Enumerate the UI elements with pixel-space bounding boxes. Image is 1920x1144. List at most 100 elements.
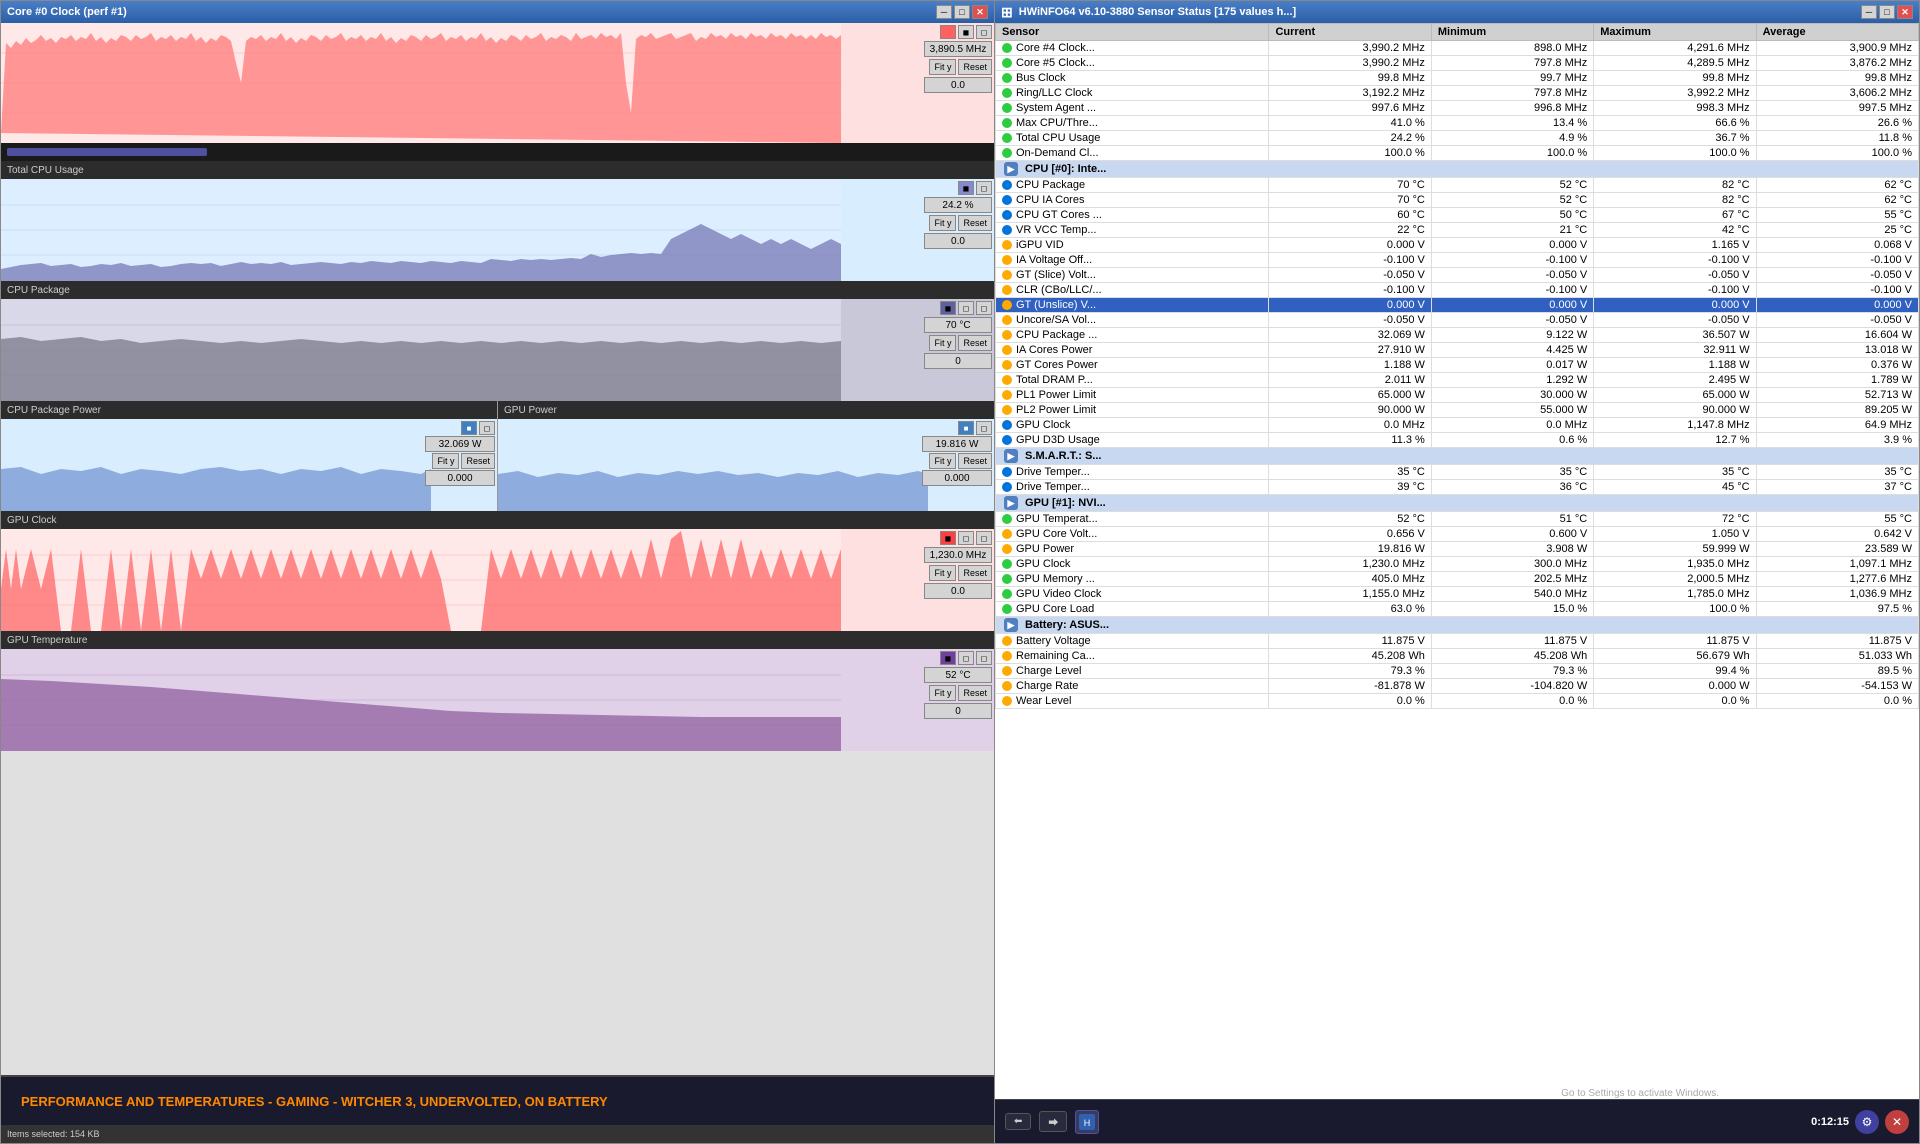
gpu-power-reset-btn[interactable]: Reset bbox=[958, 453, 992, 469]
sensor-max: 67 °C bbox=[1594, 208, 1756, 223]
gpu-temp-toggle2[interactable]: ◻ bbox=[976, 651, 992, 665]
sensor-min: -0.050 V bbox=[1431, 313, 1593, 328]
close-button-right[interactable]: ✕ bbox=[1897, 5, 1913, 19]
close-button-left[interactable]: ✕ bbox=[972, 5, 988, 19]
sensor-name: CLR (CBo/LLC/... bbox=[996, 283, 1269, 298]
sensor-row[interactable]: GPU Core Load 63.0 % 15.0 % 100.0 % 97.5… bbox=[996, 602, 1919, 617]
sensor-row[interactable]: GPU D3D Usage 11.3 % 0.6 % 12.7 % 3.9 % bbox=[996, 433, 1919, 448]
sensor-row[interactable]: Charge Rate -81.878 W -104.820 W 0.000 W… bbox=[996, 679, 1919, 694]
sensor-row[interactable]: CPU Package 70 °C 52 °C 82 °C 62 °C bbox=[996, 178, 1919, 193]
cpu-package-value: 70 °C bbox=[924, 317, 992, 333]
gpu-temp-fity-btn[interactable]: Fit y bbox=[929, 685, 956, 701]
sensor-avg: 55 °C bbox=[1756, 208, 1918, 223]
cpu-package-reset-btn[interactable]: Reset bbox=[958, 335, 992, 351]
sensor-row[interactable]: Ring/LLC Clock 3,192.2 MHz 797.8 MHz 3,9… bbox=[996, 86, 1919, 101]
sensor-avg: 3.9 % bbox=[1756, 433, 1918, 448]
sensor-row[interactable]: GPU Core Volt... 0.656 V 0.600 V 1.050 V… bbox=[996, 527, 1919, 542]
sensor-row[interactable]: On-Demand Cl... 100.0 % 100.0 % 100.0 % … bbox=[996, 146, 1919, 161]
sensor-max: 0.0 % bbox=[1594, 694, 1756, 709]
sensor-row[interactable]: GT (Slice) Volt... -0.050 V -0.050 V -0.… bbox=[996, 268, 1919, 283]
sensor-row[interactable]: Remaining Ca... 45.208 Wh 45.208 Wh 56.6… bbox=[996, 649, 1919, 664]
sensor-row[interactable]: Total CPU Usage 24.2 % 4.9 % 36.7 % 11.8… bbox=[996, 131, 1919, 146]
sensor-row[interactable]: GT Cores Power 1.188 W 0.017 W 1.188 W 0… bbox=[996, 358, 1919, 373]
gpu-clock-toggle2[interactable]: ◻ bbox=[976, 531, 992, 545]
cpu-pkg-fity-btn[interactable]: Fit y bbox=[432, 453, 459, 469]
sensor-avg: 62 °C bbox=[1756, 178, 1918, 193]
sensor-row[interactable]: Battery Voltage 11.875 V 11.875 V 11.875… bbox=[996, 634, 1919, 649]
sensor-row[interactable]: IA Cores Power 27.910 W 4.425 W 32.911 W… bbox=[996, 343, 1919, 358]
sensor-row[interactable]: IA Voltage Off... -0.100 V -0.100 V -0.1… bbox=[996, 253, 1919, 268]
core-clock-toggle2[interactable]: ◻ bbox=[976, 25, 992, 39]
cpu-package-color-btn[interactable]: ◼ bbox=[940, 301, 956, 315]
restore-button-left[interactable]: □ bbox=[954, 5, 970, 19]
sensor-row[interactable]: GPU Video Clock 1,155.0 MHz 540.0 MHz 1,… bbox=[996, 587, 1919, 602]
maximize-button-right[interactable]: □ bbox=[1879, 5, 1895, 19]
minimize-button-right[interactable]: ─ bbox=[1861, 5, 1877, 19]
sensor-row[interactable]: Drive Temper... 35 °C 35 °C 35 °C 35 °C bbox=[996, 465, 1919, 480]
sensor-current: 99.8 MHz bbox=[1269, 71, 1431, 86]
gpu-clock-toggle1[interactable]: ◻ bbox=[958, 531, 974, 545]
cpu-usage-fity-btn[interactable]: Fit y bbox=[929, 215, 956, 231]
sensor-row[interactable]: Uncore/SA Vol... -0.050 V -0.050 V -0.05… bbox=[996, 313, 1919, 328]
gpu-temp-reset-btn[interactable]: Reset bbox=[958, 685, 992, 701]
cpu-package-chart-section: CPU Package ◼ ◻ ◻ 70 °C Fit y bbox=[1, 281, 994, 401]
core-clock-fity-btn[interactable]: Fit y bbox=[929, 59, 956, 75]
gpu-power-toggle[interactable]: ◻ bbox=[976, 421, 992, 435]
gpu-clock-reset-btn[interactable]: Reset bbox=[958, 565, 992, 581]
cpu-usage-reset-btn[interactable]: Reset bbox=[958, 215, 992, 231]
sensor-row[interactable]: CPU GT Cores ... 60 °C 50 °C 67 °C 55 °C bbox=[996, 208, 1919, 223]
gpu-power-color-btn[interactable]: ■ bbox=[958, 421, 974, 435]
gpu-clock-fity-btn[interactable]: Fit y bbox=[929, 565, 956, 581]
core-clock-toggle1[interactable]: ◼ bbox=[958, 25, 974, 39]
cpu-pkg-color-btn[interactable]: ■ bbox=[461, 421, 477, 435]
taskbar-settings-icon[interactable]: ⚙ bbox=[1855, 1110, 1879, 1134]
sensor-row[interactable]: Charge Level 79.3 % 79.3 % 99.4 % 89.5 % bbox=[996, 664, 1919, 679]
sensor-row[interactable]: CPU Package ... 32.069 W 9.122 W 36.507 … bbox=[996, 328, 1919, 343]
sensor-current: 79.3 % bbox=[1269, 664, 1431, 679]
sensor-row[interactable]: Max CPU/Thre... 41.0 % 13.4 % 66.6 % 26.… bbox=[996, 116, 1919, 131]
cpu-package-fity-btn[interactable]: Fit y bbox=[929, 335, 956, 351]
sensor-row[interactable]: System Agent ... 997.6 MHz 996.8 MHz 998… bbox=[996, 101, 1919, 116]
sensor-min: 0.000 V bbox=[1431, 298, 1593, 313]
taskbar-close-icon[interactable]: ✕ bbox=[1885, 1110, 1909, 1134]
taskbar-app-icon[interactable]: H bbox=[1075, 1110, 1099, 1134]
sensor-row[interactable]: iGPU VID 0.000 V 0.000 V 1.165 V 0.068 V bbox=[996, 238, 1919, 253]
sensor-row[interactable]: GPU Clock 1,230.0 MHz 300.0 MHz 1,935.0 … bbox=[996, 557, 1919, 572]
cpu-usage-color-btn[interactable]: ◼ bbox=[958, 181, 974, 195]
gpu-clock-color-btn[interactable]: ◼ bbox=[940, 531, 956, 545]
sensor-row[interactable]: Bus Clock 99.8 MHz 99.7 MHz 99.8 MHz 99.… bbox=[996, 71, 1919, 86]
sensor-row[interactable]: GPU Temperat... 52 °C 51 °C 72 °C 55 °C bbox=[996, 512, 1919, 527]
core-clock-color-btn[interactable] bbox=[940, 25, 956, 39]
gpu-temp-toggle1[interactable]: ◻ bbox=[958, 651, 974, 665]
sensor-row[interactable]: CPU IA Cores 70 °C 52 °C 82 °C 62 °C bbox=[996, 193, 1919, 208]
sensor-row[interactable]: GT (Unslice) V... 0.000 V 0.000 V 0.000 … bbox=[996, 298, 1919, 313]
cpu-package-toggle1[interactable]: ◻ bbox=[958, 301, 974, 315]
sensor-row[interactable]: Core #4 Clock... 3,990.2 MHz 898.0 MHz 4… bbox=[996, 41, 1919, 56]
core-clock-reset-btn[interactable]: Reset bbox=[958, 59, 992, 75]
taskbar-back-btn[interactable]: ⬅ bbox=[1005, 1113, 1031, 1130]
sensor-min: 797.8 MHz bbox=[1431, 86, 1593, 101]
gpu-temp-label: GPU Temperature bbox=[1, 631, 994, 649]
sensor-row[interactable]: Total DRAM P... 2.011 W 1.292 W 2.495 W … bbox=[996, 373, 1919, 388]
sensor-row[interactable]: Wear Level 0.0 % 0.0 % 0.0 % 0.0 % bbox=[996, 694, 1919, 709]
taskbar-forward-btn[interactable]: ⮕ bbox=[1039, 1111, 1067, 1132]
sensor-row[interactable]: CLR (CBo/LLC/... -0.100 V -0.100 V -0.10… bbox=[996, 283, 1919, 298]
sensor-row[interactable]: GPU Clock 0.0 MHz 0.0 MHz 1,147.8 MHz 64… bbox=[996, 418, 1919, 433]
sensor-row[interactable]: PL2 Power Limit 90.000 W 55.000 W 90.000… bbox=[996, 403, 1919, 418]
minimize-button-left[interactable]: ─ bbox=[936, 5, 952, 19]
sensor-row[interactable]: Drive Temper... 39 °C 36 °C 45 °C 37 °C bbox=[996, 480, 1919, 495]
cpu-usage-toggle1[interactable]: ◻ bbox=[976, 181, 992, 195]
sensor-row[interactable]: VR VCC Temp... 22 °C 21 °C 42 °C 25 °C bbox=[996, 223, 1919, 238]
cpu-pkg-reset-btn[interactable]: Reset bbox=[461, 453, 495, 469]
sensor-row[interactable]: GPU Power 19.816 W 3.908 W 59.999 W 23.5… bbox=[996, 542, 1919, 557]
core-clock-chart: ◼ ◻ 3,890.5 MHz Fit y Reset 0.0 bbox=[1, 23, 994, 143]
sensor-row[interactable]: PL1 Power Limit 65.000 W 30.000 W 65.000… bbox=[996, 388, 1919, 403]
sensor-avg: 997.5 MHz bbox=[1756, 101, 1918, 116]
cpu-package-toggle2[interactable]: ◻ bbox=[976, 301, 992, 315]
sensor-row[interactable]: Core #5 Clock... 3,990.2 MHz 797.8 MHz 4… bbox=[996, 56, 1919, 71]
gpu-power-fity-btn[interactable]: Fit y bbox=[929, 453, 956, 469]
cpu-pkg-toggle[interactable]: ◻ bbox=[479, 421, 495, 435]
sensor-row[interactable]: GPU Memory ... 405.0 MHz 202.5 MHz 2,000… bbox=[996, 572, 1919, 587]
gpu-temp-color-btn[interactable]: ◼ bbox=[940, 651, 956, 665]
sensor-current: -0.050 V bbox=[1269, 313, 1431, 328]
